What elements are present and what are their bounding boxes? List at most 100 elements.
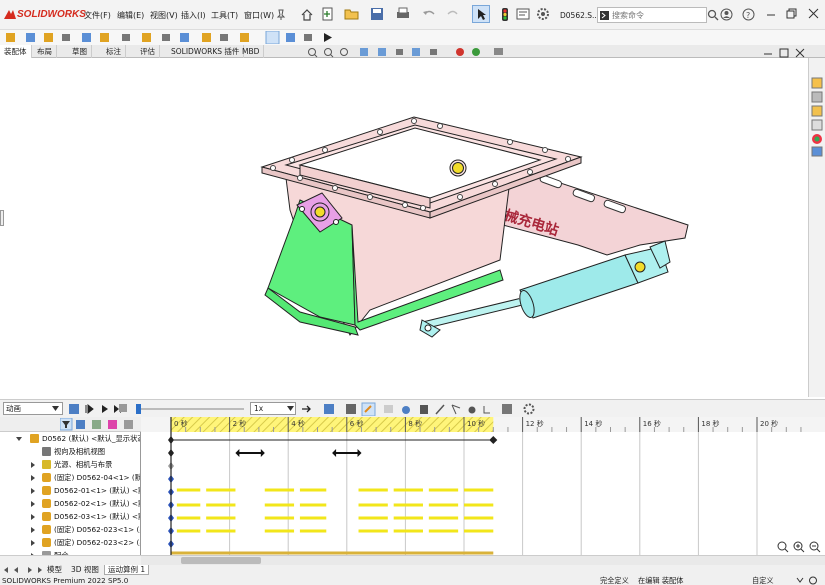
tree-item-label: (固定) D0562-023<2> (默 bbox=[54, 538, 140, 547]
undo-icon[interactable] bbox=[422, 8, 436, 20]
tab-layout[interactable]: 布局 bbox=[33, 45, 57, 58]
assembly-model[interactable]: 机械充电站 bbox=[0, 58, 808, 397]
solidworks-window: SOLIDWORKS 文件(F) 编辑(E) 视图(V) 插入(I) 工具(T)… bbox=[0, 0, 825, 585]
task-pane-tabs[interactable] bbox=[811, 77, 823, 157]
speed-value: 1x bbox=[254, 404, 264, 413]
expand-right-icon[interactable] bbox=[30, 527, 36, 533]
tree-item[interactable]: (固定) D0562-023<2> (默 bbox=[0, 536, 140, 549]
tree-item-label: D0562-02<1> (默认) <默 bbox=[54, 499, 140, 508]
tab-motion-study-1[interactable]: 运动算例 1 bbox=[104, 565, 150, 575]
minimize-icon[interactable] bbox=[766, 9, 776, 19]
status-units[interactable]: 自定义 bbox=[752, 576, 774, 585]
light-icon bbox=[42, 460, 51, 469]
help-icon[interactable]: ? bbox=[742, 8, 755, 21]
tree-item[interactable]: 视向及相机视图 bbox=[0, 445, 140, 458]
timeline-zoom-tools[interactable] bbox=[776, 540, 822, 554]
end-key[interactable] bbox=[489, 436, 498, 444]
expand-right-icon[interactable] bbox=[30, 475, 36, 481]
tab-markup[interactable]: 标注 bbox=[102, 45, 126, 58]
pin-icon[interactable] bbox=[276, 9, 286, 21]
scroll-thumb[interactable] bbox=[181, 557, 261, 564]
menu-edit[interactable]: 编辑(E) bbox=[117, 10, 144, 21]
expand-right-icon[interactable] bbox=[30, 462, 36, 468]
expand-right-icon[interactable] bbox=[30, 488, 36, 494]
viewport-window-controls[interactable] bbox=[762, 48, 806, 58]
graphics-area[interactable]: 机械充电站 bbox=[0, 58, 808, 397]
camera-icon bbox=[42, 447, 51, 456]
user-account-icon[interactable] bbox=[720, 8, 733, 21]
timeline-horizontal-scrollbar[interactable] bbox=[141, 556, 825, 565]
tick-label: 2 秒 bbox=[233, 419, 247, 428]
tab-sketch[interactable]: 草图 bbox=[68, 45, 92, 58]
tree-item[interactable]: D0562-01<1> (默认) <默 bbox=[0, 484, 140, 497]
save-icon[interactable] bbox=[370, 7, 384, 21]
task-pane bbox=[808, 58, 825, 397]
file-properties-icon[interactable] bbox=[516, 8, 530, 20]
restore-icon[interactable] bbox=[786, 8, 797, 19]
status-bar: SOLIDWORKS Premium 2022 SP5.0 完全定义 在编辑 装… bbox=[0, 576, 825, 585]
title-bar: SOLIDWORKS 文件(F) 编辑(E) 视图(V) 插入(I) 工具(T)… bbox=[0, 0, 825, 30]
tab-assembly[interactable]: 装配体 bbox=[0, 45, 32, 58]
tab-mbd[interactable]: MBD bbox=[238, 45, 265, 58]
heads-up-view-toolbar[interactable] bbox=[306, 46, 516, 58]
new-document-icon[interactable] bbox=[320, 7, 334, 21]
part-icon bbox=[42, 486, 51, 495]
part-icon bbox=[42, 499, 51, 508]
redo-icon[interactable] bbox=[446, 8, 460, 20]
menu-window[interactable]: 窗口(W) bbox=[244, 10, 274, 21]
assembly-icon bbox=[30, 434, 39, 443]
command-toolbar bbox=[0, 30, 825, 45]
tree-item[interactable]: (固定) D0562-023<1> (默 bbox=[0, 523, 140, 536]
tick-label: 12 秒 bbox=[526, 419, 544, 428]
tree-item-label: 光源、相机与布景 bbox=[54, 460, 113, 469]
tree-item[interactable]: (固定) D0562-04<1> (默认 bbox=[0, 471, 140, 484]
print-icon[interactable] bbox=[396, 7, 410, 21]
tree-item[interactable]: D0562-03<1> (默认) <默 bbox=[0, 510, 140, 523]
tab-scroll-arrows[interactable] bbox=[0, 564, 48, 574]
timeline-chart[interactable]: 0 秒 2 秒 4 秒 6 秒 8 秒 10 秒 12 秒 14 秒 16 秒 18 秒 20 秒 bbox=[141, 417, 825, 555]
ds-logo-icon bbox=[4, 10, 16, 19]
traffic-light-icon[interactable] bbox=[500, 7, 510, 22]
tab-addins[interactable]: SOLIDWORKS 插件 bbox=[167, 45, 245, 58]
select-tool-button[interactable] bbox=[472, 5, 490, 23]
left-panel-toggle[interactable] bbox=[0, 210, 4, 226]
tree-item-label: D0562-01<1> (默认) <默 bbox=[54, 486, 140, 495]
timeline-area[interactable]: 0 秒 2 秒 4 秒 6 秒 8 秒 10 秒 12 秒 14 秒 16 秒 18 秒 20 秒 bbox=[141, 417, 825, 555]
expand-down-icon[interactable] bbox=[16, 436, 22, 442]
playback-slider-track[interactable] bbox=[136, 408, 244, 410]
stop-button[interactable] bbox=[119, 404, 127, 412]
search-icon[interactable] bbox=[707, 9, 719, 21]
filter-tools[interactable] bbox=[60, 418, 138, 431]
units-chevron-icon[interactable] bbox=[794, 576, 818, 585]
expand-right-icon[interactable] bbox=[30, 540, 36, 546]
menu-insert[interactable]: 插入(I) bbox=[181, 10, 206, 21]
tree-item[interactable]: 光源、相机与布景 bbox=[0, 458, 140, 471]
tab-model[interactable]: 模型 bbox=[44, 565, 65, 575]
motion-tools[interactable] bbox=[300, 402, 540, 416]
playback-slider-thumb[interactable] bbox=[136, 404, 141, 414]
tab-evaluate[interactable]: 评估 bbox=[136, 45, 160, 58]
tab-3d-views[interactable]: 3D 视图 bbox=[68, 565, 102, 575]
close-icon[interactable] bbox=[808, 8, 819, 19]
cursor-icon bbox=[478, 9, 486, 20]
document-title: D0562.S... bbox=[560, 11, 600, 20]
assembly-tools-icon[interactable] bbox=[4, 31, 334, 44]
menu-view[interactable]: 视图(V) bbox=[150, 10, 178, 21]
open-file-icon[interactable] bbox=[344, 7, 360, 21]
menu-file[interactable]: 文件(F) bbox=[84, 10, 111, 21]
expand-right-icon[interactable] bbox=[30, 514, 36, 520]
playback-speed-select[interactable]: 1x bbox=[250, 402, 296, 415]
menu-tools[interactable]: 工具(T) bbox=[211, 10, 238, 21]
expand-right-icon[interactable] bbox=[30, 501, 36, 507]
home-icon[interactable] bbox=[300, 8, 314, 21]
tree-item[interactable]: D0562-02<1> (默认) <默 bbox=[0, 497, 140, 510]
options-gear-icon[interactable] bbox=[536, 7, 550, 21]
command-search[interactable]: 搜索命令 bbox=[597, 7, 707, 23]
study-type-select[interactable]: 动画 bbox=[3, 402, 63, 415]
tree-item[interactable]: D0562 (默认) <默认_显示状态 bbox=[0, 432, 140, 445]
chevron-down-icon bbox=[287, 406, 294, 411]
part-icon bbox=[42, 473, 51, 482]
tick-label: 20 秒 bbox=[760, 419, 778, 428]
tick-label: 8 秒 bbox=[408, 419, 422, 428]
status-version: SOLIDWORKS Premium 2022 SP5.0 bbox=[2, 576, 129, 585]
